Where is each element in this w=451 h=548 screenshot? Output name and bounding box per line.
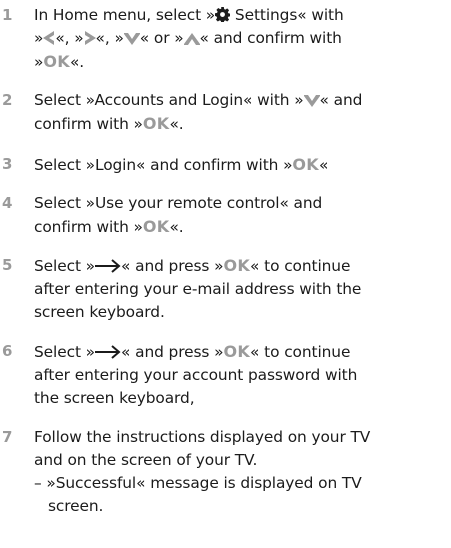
step-text: Select » « and press »OK« to continue aft… [34, 340, 448, 410]
step-number: 4 [2, 194, 13, 212]
chevron-down-icon [123, 33, 140, 45]
text: and on the screen of your TV. [34, 451, 258, 469]
text: Settings« with [230, 6, 344, 24]
text: «, » [55, 29, 84, 47]
step-text: Follow the instructions displayed on you… [34, 426, 448, 518]
text: « to continue [250, 343, 351, 361]
step-number: 7 [2, 428, 13, 446]
gear-icon [215, 7, 231, 22]
ok-key-label: OK [223, 256, 251, 275]
text: « and [319, 91, 363, 109]
ok-key-label: OK [142, 217, 170, 236]
text: Select »Login« and confirm with » [34, 156, 293, 174]
chevron-left-icon [43, 31, 55, 45]
step-text: Select » « and press »OK« to continue aft… [34, 254, 448, 324]
text: confirm with » [34, 218, 143, 236]
text: «. [169, 218, 184, 236]
sub-item: – »Successful« message is displayed on T… [34, 472, 448, 518]
step-text: In Home menu, select » Settings« with » «… [34, 4, 448, 74]
text: after entering your account password wit… [34, 366, 358, 384]
text: «. [69, 53, 85, 71]
text: screen. [48, 497, 104, 515]
text: » [34, 29, 44, 47]
text: « or » [139, 29, 184, 47]
text: « and press » [121, 343, 224, 361]
text: « [319, 156, 329, 174]
text: – »Successful« message is displayed on T… [34, 474, 362, 492]
text: Select » [34, 257, 95, 275]
ok-key-label: OK [223, 342, 251, 361]
step-number: 6 [2, 342, 13, 360]
text: «. [169, 115, 184, 133]
arrow-right-icon [95, 345, 121, 359]
text: « and press » [121, 257, 224, 275]
step-number: 5 [2, 256, 13, 274]
text: «, » [95, 29, 124, 47]
arrow-right-icon [95, 259, 121, 273]
text: In Home menu, select » [34, 6, 216, 24]
step-text: Select »Use your remote control« and con… [34, 192, 448, 239]
text: screen keyboard. [34, 303, 165, 321]
chevron-right-icon [84, 31, 96, 45]
text: « to continue [250, 257, 351, 275]
text: Select »Use your remote control« and [34, 194, 323, 212]
ok-key-label: OK [142, 114, 170, 133]
text: Select »Accounts and Login« with » [34, 91, 304, 109]
step-number: 3 [2, 155, 13, 173]
text: the screen keyboard, [34, 389, 195, 407]
text: confirm with » [34, 115, 143, 133]
step-text: Select »Login« and confirm with »OK« [34, 153, 448, 177]
text: Follow the instructions displayed on you… [34, 428, 371, 446]
text: » [34, 53, 44, 71]
text: after entering your e-mail address with … [34, 280, 362, 298]
step-number: 1 [2, 6, 13, 24]
ok-key-label: OK [43, 52, 70, 71]
text: « and confirm with [199, 29, 342, 47]
chevron-down-icon [303, 95, 320, 107]
ok-key-label: OK [292, 155, 320, 174]
step-number: 2 [2, 91, 13, 109]
step-text: Select »Accounts and Login« with » « and … [34, 89, 448, 136]
text: Select » [34, 343, 95, 361]
chevron-up-icon [183, 33, 200, 45]
